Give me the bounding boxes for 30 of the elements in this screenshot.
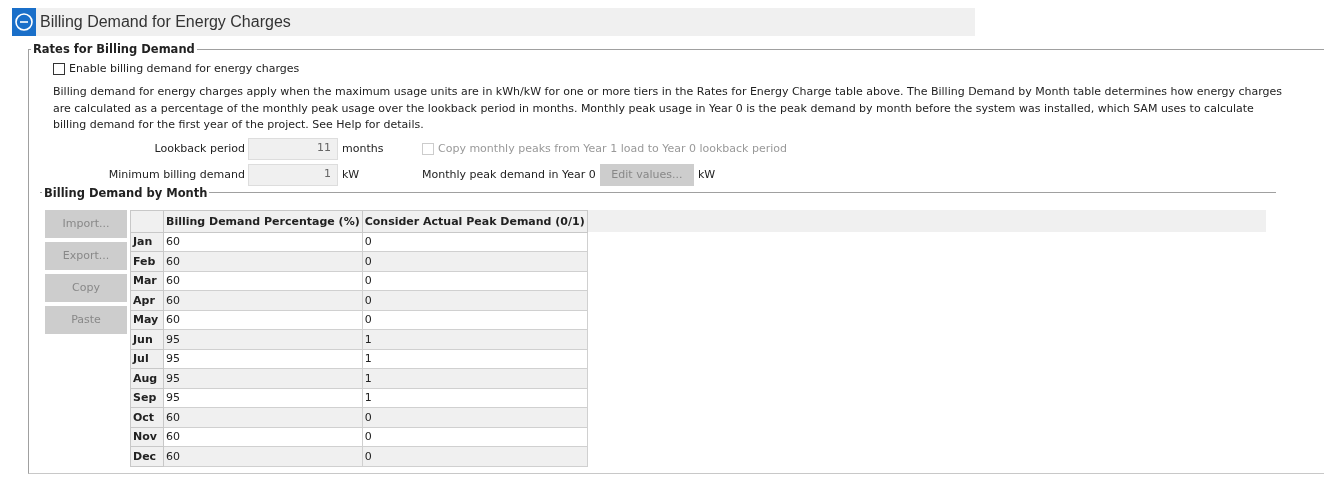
table-cell[interactable]: 1 (362, 349, 588, 369)
unit-label: months (341, 142, 385, 155)
field-label: Monthly peak demand in Year 0 (422, 168, 596, 181)
unit-label: kW (341, 168, 361, 181)
column-header[interactable]: Consider Actual Peak Demand (0/1) (362, 210, 588, 232)
table-cell[interactable]: 1 (362, 388, 588, 408)
group-title: Billing Demand by Month (43, 185, 209, 200)
group-title: Rates for Billing Demand (32, 42, 196, 56)
unit-label: kW (697, 168, 716, 181)
table-cell[interactable]: 95 (163, 349, 363, 369)
checkbox-label: Enable billing demand for energy charges (69, 62, 300, 75)
table-cell[interactable]: 60 (163, 310, 363, 330)
table-cell[interactable]: 60 (163, 232, 363, 252)
minimum-demand-field[interactable]: 1 (248, 163, 338, 186)
table-cell[interactable]: 60 (163, 427, 363, 447)
table-cell[interactable]: 0 (362, 427, 588, 447)
description-text: Billing demand for energy charges apply when the maximum usage units are in kWh/kW for one or more tiers in the Rates for Energy Charge table above. The Billing Demand by Month table determines how energy charges are calculated as a percentage of the monthly peak usage over the lookback period in months. Monthly peak usage in Year 0 is the peak demand by month before the system was installed, which SAM uses to calculate billing demand for the first year of the project. See Help for details. (53, 84, 1284, 133)
column-header[interactable]: Billing Demand Percentage (%) (163, 210, 363, 232)
table-cell[interactable]: 0 (362, 310, 588, 330)
field-label: Minimum billing demand (107, 168, 246, 181)
collapse-icon[interactable] (12, 8, 36, 36)
checkbox[interactable] (53, 62, 65, 75)
table-cell[interactable]: 95 (163, 388, 363, 408)
field-label: Lookback period (153, 142, 246, 155)
lookback-field[interactable]: 11 (248, 137, 338, 160)
table-cell[interactable]: 0 (362, 271, 588, 291)
table-cell[interactable]: 0 (362, 232, 588, 252)
checkbox-label: Copy monthly peaks from Year 1 load to Year 0 lookback period (438, 142, 788, 155)
section-title: Billing Demand for Energy Charges (40, 13, 291, 31)
table-cell[interactable]: 60 (163, 271, 363, 291)
